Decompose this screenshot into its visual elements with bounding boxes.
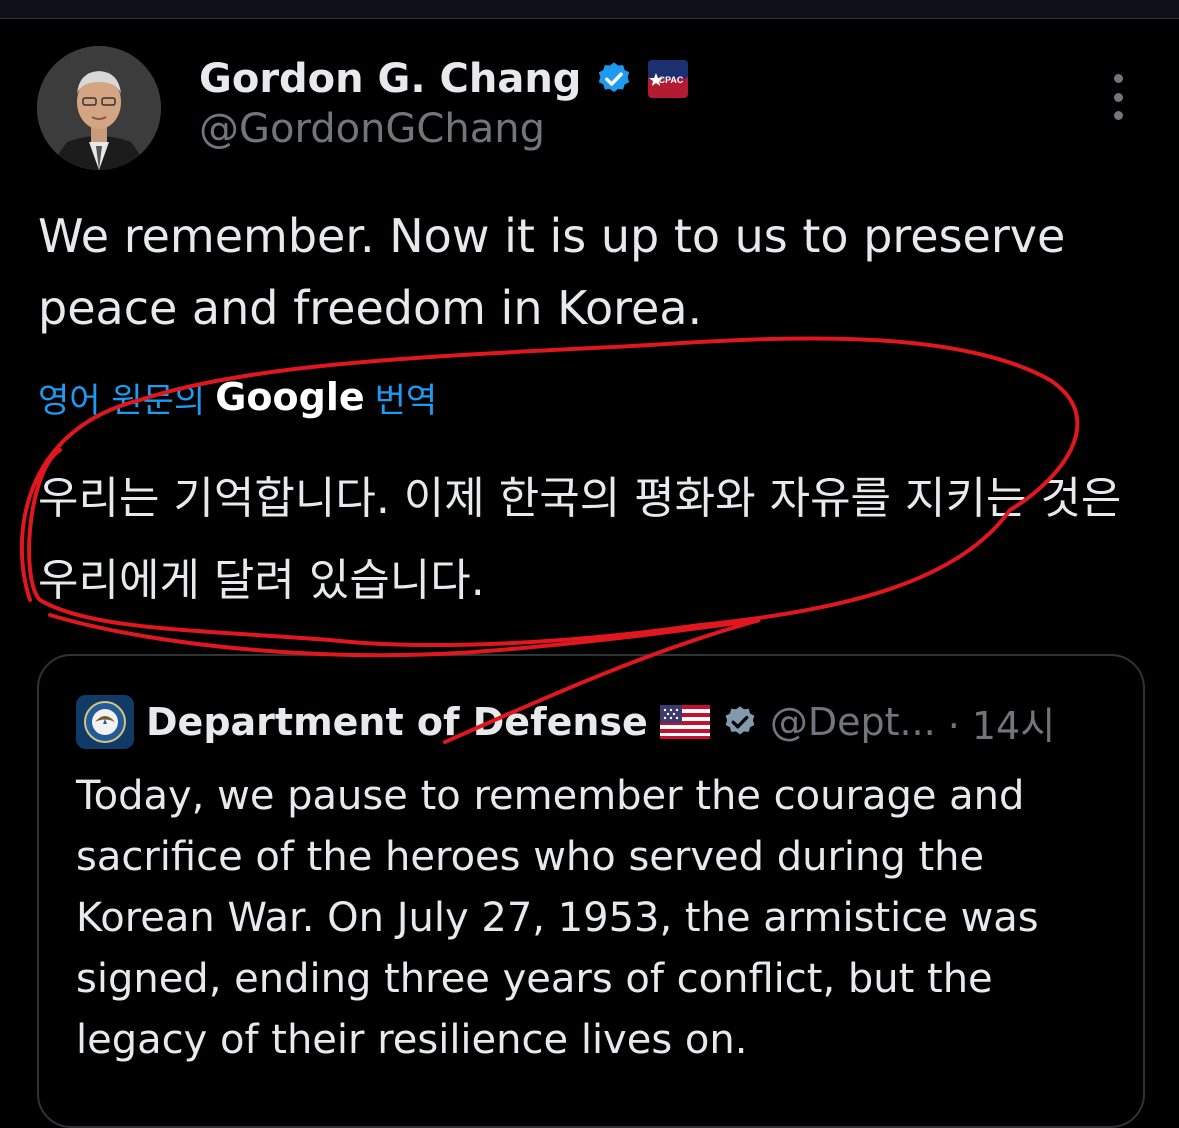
google-logo: Google <box>215 375 365 419</box>
more-dot <box>1113 92 1123 102</box>
quoted-author-name[interactable]: Department of Defense <box>146 700 648 744</box>
author-name[interactable]: Gordon G. Chang <box>199 56 581 102</box>
quoted-author-handle[interactable]: @Dept... <box>770 700 936 744</box>
translation-suffix[interactable]: 번역 <box>375 373 438 422</box>
author-handle[interactable]: @GordonGChang <box>199 106 545 152</box>
avatar-photo <box>37 46 161 170</box>
us-flag-icon <box>659 705 710 739</box>
translated-text: 우리는 기억합니다. 이제 한국의 평화와 자유를 지키는 것은 우리에게 달려… <box>38 473 1122 606</box>
government-verified-icon[interactable] <box>722 704 758 740</box>
verified-badge-icon[interactable] <box>595 60 633 98</box>
government-badge-icon <box>76 695 134 749</box>
cpac-badge-text: CPAC <box>659 75 684 85</box>
author-avatar[interactable] <box>37 46 161 170</box>
top-divider <box>0 0 1179 19</box>
tweet-text: We remember. Now it is up to us to prese… <box>38 209 1066 335</box>
more-dot <box>1113 74 1123 83</box>
quoted-post-header: Department of Defense @Dept... · 14시 <box>76 694 1055 750</box>
more-options-icon[interactable] <box>1103 74 1133 120</box>
author-name-row: Gordon G. Chang CPAC <box>199 52 689 106</box>
quoted-post-time[interactable]: · 14시 <box>948 695 1055 750</box>
more-dot <box>1113 111 1123 120</box>
cpac-badge-icon[interactable]: CPAC <box>647 59 689 99</box>
translation-label[interactable]: 영어 원문의 <box>38 373 205 422</box>
translation-attribution[interactable]: 영어 원문의 Google 번역 <box>38 372 437 422</box>
quoted-post-text: Today, we pause to remember the courage … <box>76 773 1039 1063</box>
